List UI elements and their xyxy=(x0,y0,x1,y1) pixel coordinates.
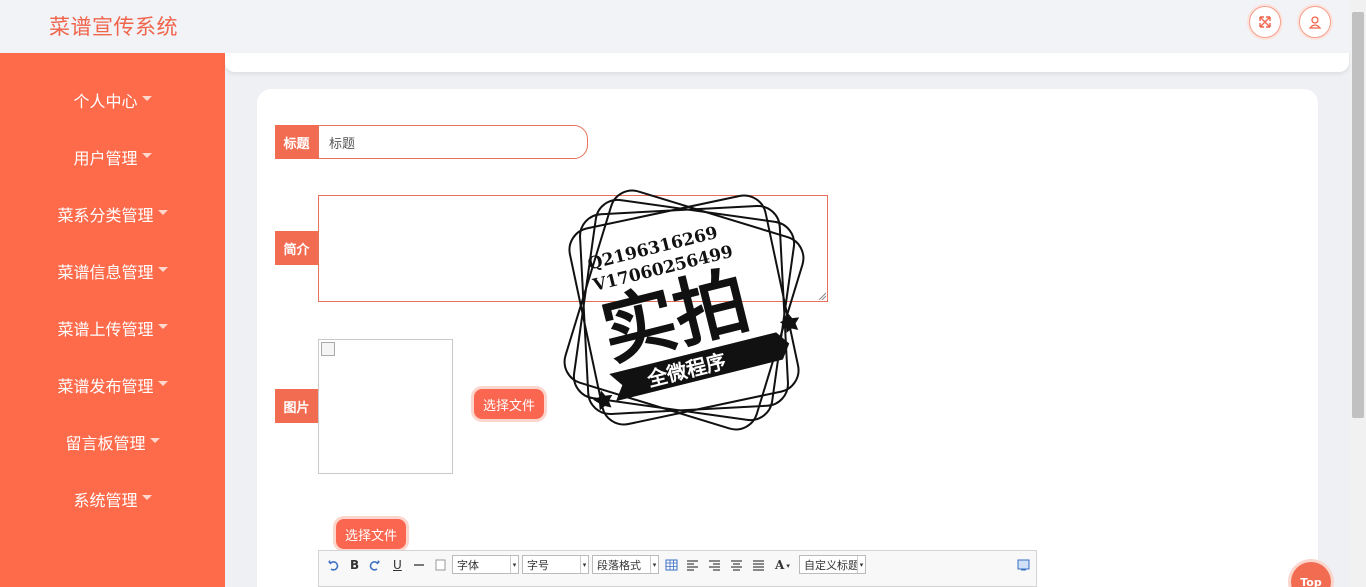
fullscreen-button[interactable] xyxy=(1249,6,1281,38)
page-scrollbar-thumb[interactable] xyxy=(1352,12,1364,418)
font-select[interactable]: 字体 ▾ xyxy=(452,555,519,574)
title-placeholder: 标题 xyxy=(329,136,356,152)
table-icon[interactable] xyxy=(665,555,678,575)
choose-file-button[interactable]: 选择文件 xyxy=(474,389,545,419)
align-justify-icon[interactable] xyxy=(752,555,765,575)
sidebar-item-recipe-info[interactable]: 菜谱信息管理 xyxy=(0,256,225,286)
sidebar-item-label: 菜系分类管理 xyxy=(57,206,154,225)
sidebar-item-system-management[interactable]: 系统管理 xyxy=(0,484,225,514)
caret-down-icon xyxy=(157,381,168,386)
font-select-value: 字体 xyxy=(457,558,479,572)
align-left-icon[interactable] xyxy=(686,555,699,575)
size-select[interactable]: 字号 ▾ xyxy=(522,555,589,574)
caret-down-icon xyxy=(157,267,168,272)
paragraph-select-value: 段落格式 xyxy=(597,558,641,572)
font-color-button[interactable]: A ▾ xyxy=(775,555,790,575)
dropdown-arrow-icon: ▾ xyxy=(650,556,658,573)
paragraph-select[interactable]: 段落格式 ▾ xyxy=(592,555,659,574)
sidebar-item-label: 菜谱上传管理 xyxy=(57,320,154,339)
custom-title-value: 自定义标题 xyxy=(804,558,858,572)
rich-text-editor[interactable]: B U 字体 ▾ 字号 ▾ 段落格式 ▾ A ▾ 自定义标题 ▾ xyxy=(318,550,1037,587)
choose-file-button-2[interactable]: 选择文件 xyxy=(336,519,407,549)
caret-down-icon xyxy=(157,324,168,329)
align-right-icon[interactable] xyxy=(708,555,721,575)
sidebar-item-cuisine-category[interactable]: 菜系分类管理 xyxy=(0,199,225,229)
sidebar-item-label: 系统管理 xyxy=(73,491,138,510)
dropdown-arrow-icon: ▾ xyxy=(857,556,865,573)
font-color-label: A xyxy=(775,558,785,572)
sidebar-item-user-management[interactable]: 用户管理 xyxy=(0,142,225,172)
bold-button[interactable]: B xyxy=(350,555,359,575)
caret-down-icon xyxy=(141,96,152,101)
custom-title-select[interactable]: 自定义标题 ▾ xyxy=(799,555,866,574)
top-bar: 菜谱宣传系统 xyxy=(0,0,1350,53)
caret-down-icon xyxy=(141,495,152,500)
breadcrumb-strip xyxy=(225,53,1349,72)
caret-down-icon xyxy=(149,438,160,443)
sidebar: 个人中心 用户管理 菜系分类管理 菜谱信息管理 菜谱上传管理 菜谱发布管理 留言… xyxy=(0,53,225,587)
user-button[interactable] xyxy=(1299,6,1331,38)
underline-button[interactable]: U xyxy=(393,555,402,575)
sidebar-item-label: 个人中心 xyxy=(73,92,138,111)
undo-icon[interactable] xyxy=(327,555,339,575)
brand-title: 菜谱宣传系统 xyxy=(49,15,178,39)
dropdown-arrow-icon: ▾ xyxy=(786,560,790,570)
title-input[interactable]: 标题 xyxy=(318,125,588,159)
user-icon xyxy=(1308,16,1322,29)
sidebar-item-recipe-publish[interactable]: 菜谱发布管理 xyxy=(0,370,225,400)
preview-icon[interactable] xyxy=(1017,555,1030,575)
watermark-stamp: Q2196316269 V17060256499 实拍 全微程序 xyxy=(544,170,824,450)
sidebar-item-recipe-upload[interactable]: 菜谱上传管理 xyxy=(0,313,225,343)
image-preview xyxy=(318,339,453,474)
redo-icon[interactable] xyxy=(369,555,381,575)
dropdown-arrow-icon: ▾ xyxy=(510,556,518,573)
horizontal-rule-icon[interactable] xyxy=(413,555,425,575)
intro-label: 简介 xyxy=(275,231,318,265)
sidebar-item-message-board[interactable]: 留言板管理 xyxy=(0,427,225,457)
expand-arrows-icon xyxy=(1259,16,1271,28)
caret-down-icon xyxy=(157,210,168,215)
size-select-value: 字号 xyxy=(527,558,549,572)
sidebar-item-label: 留言板管理 xyxy=(65,434,146,453)
page-icon[interactable] xyxy=(435,555,446,575)
dropdown-arrow-icon: ▾ xyxy=(580,556,588,573)
broken-image-icon xyxy=(321,342,335,356)
sidebar-item-label: 用户管理 xyxy=(73,149,138,168)
title-label: 标题 xyxy=(275,125,318,159)
sidebar-item-label: 菜谱发布管理 xyxy=(57,377,154,396)
caret-down-icon xyxy=(141,153,152,158)
align-center-icon[interactable] xyxy=(730,555,743,575)
sidebar-item-personal-center[interactable]: 个人中心 xyxy=(0,85,225,115)
sidebar-item-label: 菜谱信息管理 xyxy=(57,263,154,282)
image-label: 图片 xyxy=(275,389,318,423)
